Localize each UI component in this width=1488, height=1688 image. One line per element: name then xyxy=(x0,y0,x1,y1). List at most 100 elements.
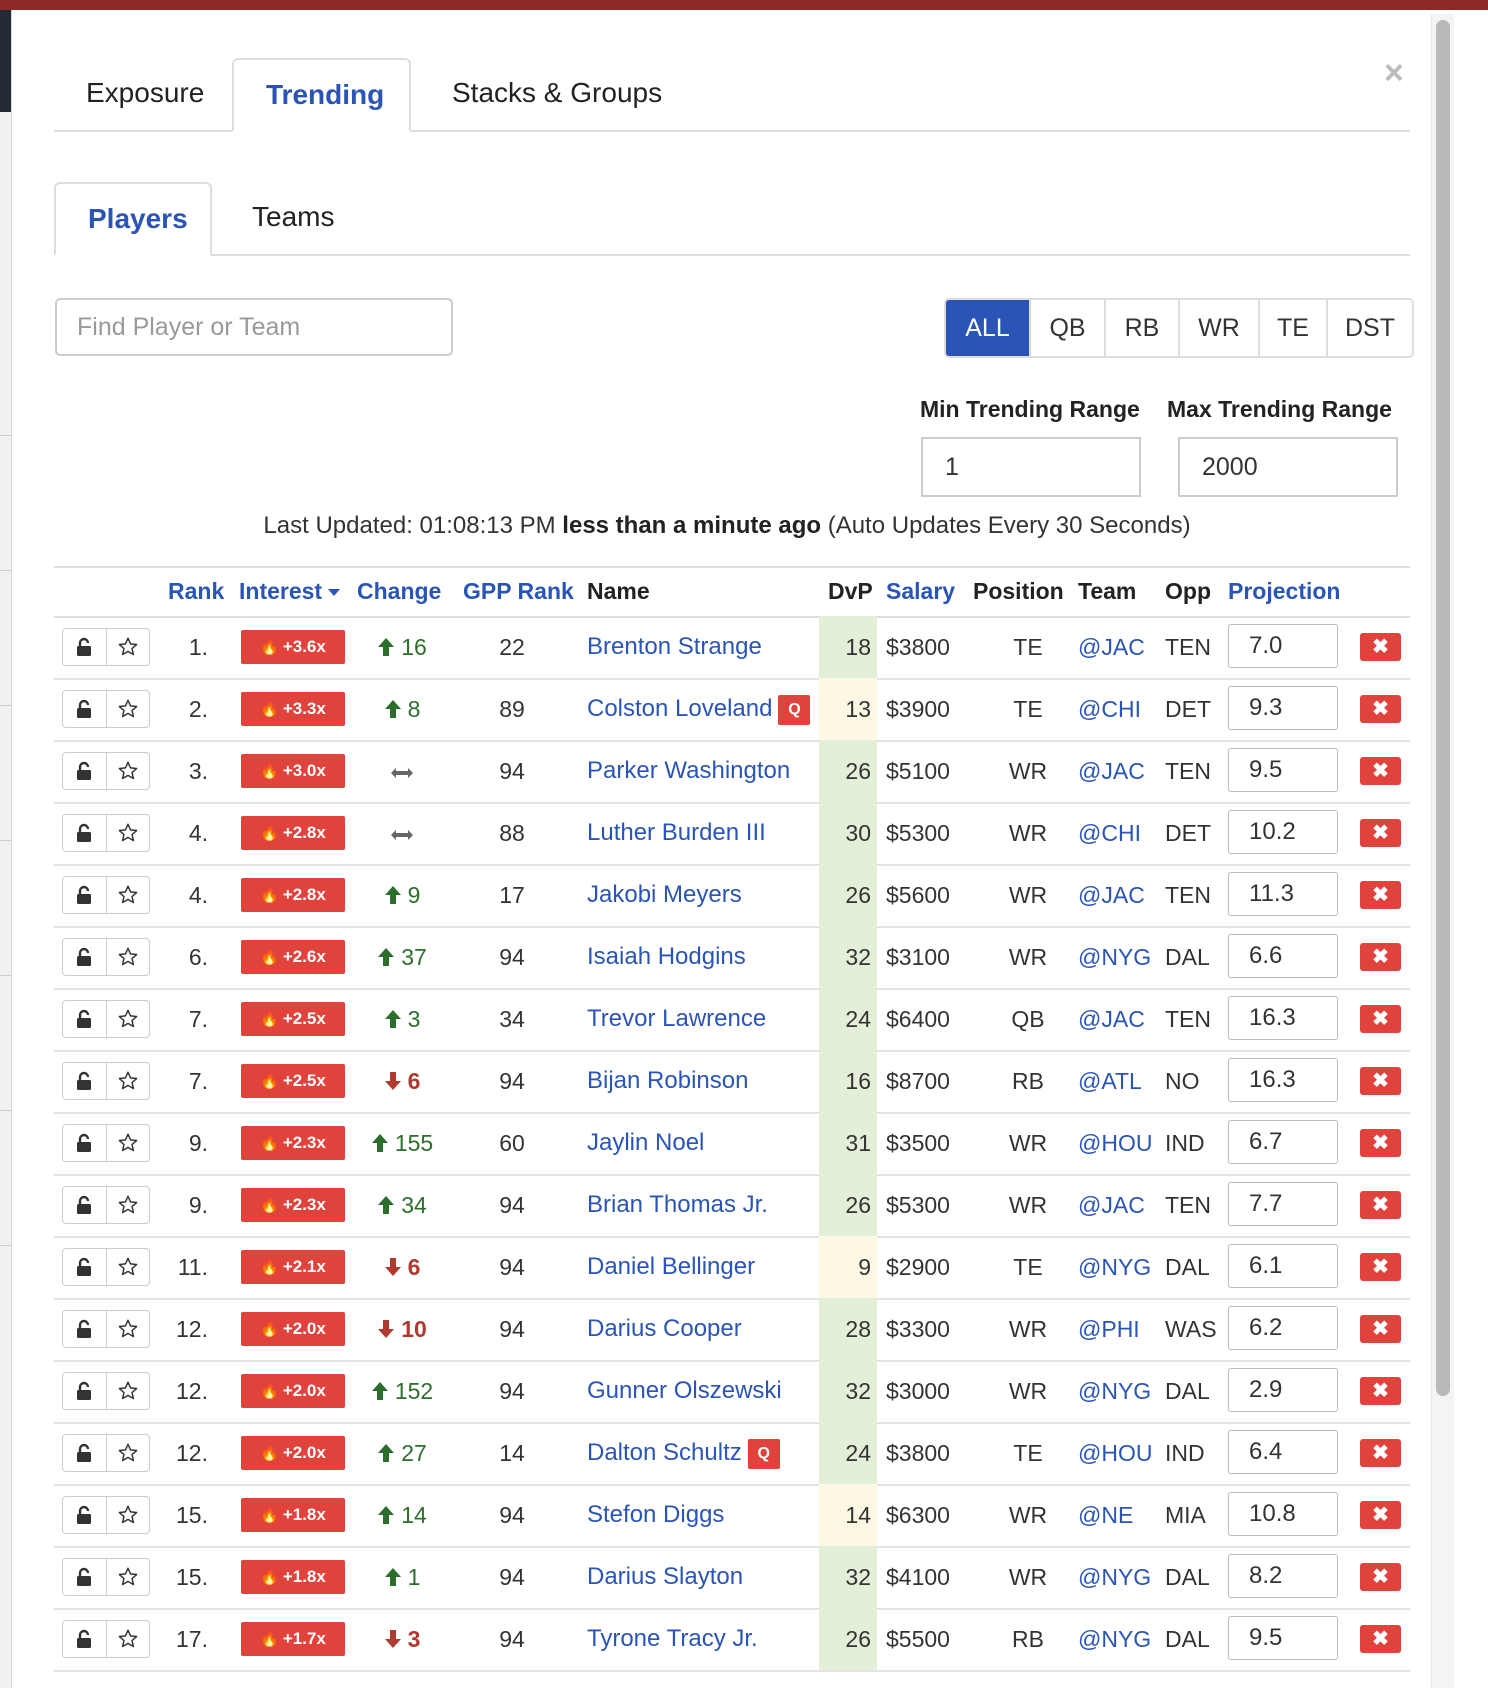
lock-button[interactable] xyxy=(63,629,106,665)
remove-button[interactable]: ✖ xyxy=(1360,695,1401,723)
projection-input[interactable]: 6.6 xyxy=(1228,934,1338,978)
col-gpp-rank[interactable]: GPP Rank xyxy=(463,568,574,614)
filter-qb[interactable]: QB xyxy=(1029,300,1104,356)
team-link[interactable]: @JAC xyxy=(1078,740,1145,802)
player-name-link[interactable]: Stefon Diggs xyxy=(587,1501,724,1528)
player-name-link[interactable]: Trevor Lawrence xyxy=(587,1005,766,1032)
player-name-link[interactable]: Daniel Bellinger xyxy=(587,1253,755,1280)
projection-input[interactable]: 6.2 xyxy=(1228,1306,1338,1350)
projection-input[interactable]: 7.0 xyxy=(1228,624,1338,668)
team-link[interactable]: @JAC xyxy=(1078,616,1145,678)
projection-input[interactable]: 8.2 xyxy=(1228,1554,1338,1598)
col-change[interactable]: Change xyxy=(357,568,441,614)
team-link[interactable]: @CHI xyxy=(1078,678,1141,740)
scrollbar[interactable] xyxy=(1431,14,1454,1688)
player-name-link[interactable]: Darius Slayton xyxy=(587,1563,743,1590)
remove-button[interactable]: ✖ xyxy=(1360,1439,1401,1467)
team-link[interactable]: @JAC xyxy=(1078,988,1145,1050)
remove-button[interactable]: ✖ xyxy=(1360,881,1401,909)
team-link[interactable]: @NYG xyxy=(1078,1236,1151,1298)
filter-te[interactable]: TE xyxy=(1258,300,1326,356)
scrollbar-thumb[interactable] xyxy=(1436,20,1450,1396)
lock-button[interactable] xyxy=(63,1063,106,1099)
team-link[interactable]: @HOU xyxy=(1078,1112,1152,1174)
col-salary[interactable]: Salary xyxy=(886,568,955,614)
favorite-button[interactable] xyxy=(105,939,150,975)
lock-button[interactable] xyxy=(63,939,106,975)
lock-button[interactable] xyxy=(63,1559,106,1595)
remove-button[interactable]: ✖ xyxy=(1360,819,1401,847)
tab-teams[interactable]: Teams xyxy=(220,182,366,256)
remove-button[interactable]: ✖ xyxy=(1360,1377,1401,1405)
remove-button[interactable]: ✖ xyxy=(1360,943,1401,971)
team-link[interactable]: @PHI xyxy=(1078,1298,1140,1360)
remove-button[interactable]: ✖ xyxy=(1360,1067,1401,1095)
player-name-link[interactable]: Isaiah Hodgins xyxy=(587,943,746,970)
player-name-link[interactable]: Tyrone Tracy Jr. xyxy=(587,1625,758,1652)
player-name-link[interactable]: Jaylin Noel xyxy=(587,1129,704,1156)
projection-input[interactable]: 10.2 xyxy=(1228,810,1338,854)
lock-button[interactable] xyxy=(63,1311,106,1347)
team-link[interactable]: @ATL xyxy=(1078,1050,1142,1112)
favorite-button[interactable] xyxy=(105,629,150,665)
lock-button[interactable] xyxy=(63,1373,106,1409)
favorite-button[interactable] xyxy=(105,1311,150,1347)
remove-button[interactable]: ✖ xyxy=(1360,633,1401,661)
projection-input[interactable]: 6.4 xyxy=(1228,1430,1338,1474)
tab-trending[interactable]: Trending xyxy=(232,58,411,132)
max-range-input[interactable]: 2000 xyxy=(1178,437,1398,497)
projection-input[interactable]: 2.9 xyxy=(1228,1368,1338,1412)
favorite-button[interactable] xyxy=(105,877,150,913)
favorite-button[interactable] xyxy=(105,1063,150,1099)
projection-input[interactable]: 16.3 xyxy=(1228,1058,1338,1102)
remove-button[interactable]: ✖ xyxy=(1360,1563,1401,1591)
favorite-button[interactable] xyxy=(105,1497,150,1533)
favorite-button[interactable] xyxy=(105,1125,150,1161)
projection-input[interactable]: 7.7 xyxy=(1228,1182,1338,1226)
lock-button[interactable] xyxy=(63,753,106,789)
team-link[interactable]: @NE xyxy=(1078,1484,1133,1546)
filter-dst[interactable]: DST xyxy=(1326,300,1412,356)
favorite-button[interactable] xyxy=(105,753,150,789)
filter-rb[interactable]: RB xyxy=(1104,300,1178,356)
projection-input[interactable]: 9.5 xyxy=(1228,1616,1338,1660)
team-link[interactable]: @NYG xyxy=(1078,926,1151,988)
team-link[interactable]: @NYG xyxy=(1078,1608,1151,1670)
favorite-button[interactable] xyxy=(105,1187,150,1223)
team-link[interactable]: @CHI xyxy=(1078,802,1141,864)
player-name-link[interactable]: Dalton Schultz xyxy=(587,1439,742,1466)
lock-button[interactable] xyxy=(63,1435,106,1471)
lock-button[interactable] xyxy=(63,1187,106,1223)
favorite-button[interactable] xyxy=(105,1373,150,1409)
favorite-button[interactable] xyxy=(105,1621,150,1657)
projection-input[interactable]: 9.3 xyxy=(1228,686,1338,730)
search-input[interactable] xyxy=(55,298,453,356)
favorite-button[interactable] xyxy=(105,815,150,851)
favorite-button[interactable] xyxy=(105,1559,150,1595)
remove-button[interactable]: ✖ xyxy=(1360,1625,1401,1653)
team-link[interactable]: @JAC xyxy=(1078,1174,1145,1236)
projection-input[interactable]: 6.7 xyxy=(1228,1120,1338,1164)
player-name-link[interactable]: Gunner Olszewski xyxy=(587,1377,782,1404)
lock-button[interactable] xyxy=(63,1497,106,1533)
team-link[interactable]: @HOU xyxy=(1078,1422,1152,1484)
remove-button[interactable]: ✖ xyxy=(1360,1191,1401,1219)
player-name-link[interactable]: Brenton Strange xyxy=(587,633,762,660)
min-range-input[interactable]: 1 xyxy=(921,437,1141,497)
lock-button[interactable] xyxy=(63,1621,106,1657)
player-name-link[interactable]: Jakobi Meyers xyxy=(587,881,742,908)
player-name-link[interactable]: Luther Burden III xyxy=(587,819,766,846)
projection-input[interactable]: 16.3 xyxy=(1228,996,1338,1040)
projection-input[interactable]: 6.1 xyxy=(1228,1244,1338,1288)
team-link[interactable]: @JAC xyxy=(1078,864,1145,926)
player-name-link[interactable]: Darius Cooper xyxy=(587,1315,742,1342)
team-link[interactable]: @NYG xyxy=(1078,1360,1151,1422)
remove-button[interactable]: ✖ xyxy=(1360,1005,1401,1033)
player-name-link[interactable]: Parker Washington xyxy=(587,757,790,784)
filter-wr[interactable]: WR xyxy=(1178,300,1258,356)
lock-button[interactable] xyxy=(63,691,106,727)
player-name-link[interactable]: Colston Loveland xyxy=(587,695,772,722)
favorite-button[interactable] xyxy=(105,1249,150,1285)
favorite-button[interactable] xyxy=(105,1435,150,1471)
favorite-button[interactable] xyxy=(105,1001,150,1037)
